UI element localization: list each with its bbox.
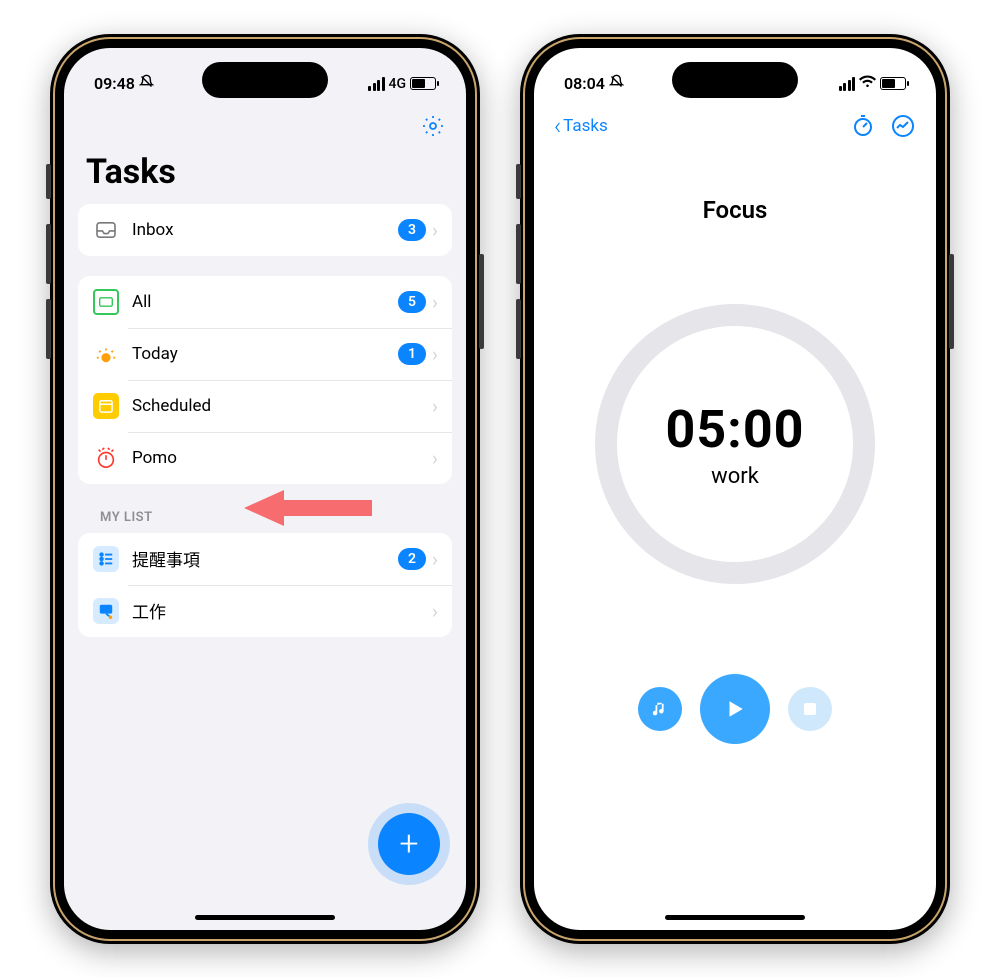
inbox-label: Inbox (132, 220, 398, 240)
list-item-today[interactable]: Today 1 › (78, 328, 452, 380)
timer-mode-label: work (711, 464, 759, 489)
power-button (949, 254, 954, 349)
timer-circle[interactable]: 05:00 work (595, 304, 875, 584)
chevron-right-icon: › (432, 547, 438, 571)
page-title: Tasks (64, 146, 466, 204)
list-item-work[interactable]: 工作 › (78, 585, 452, 637)
chevron-right-icon: › (432, 446, 438, 470)
user-lists-card: 提醒事項 2 › 工作 › (78, 533, 452, 637)
silence-switch (516, 164, 521, 199)
status-time: 08:04 (564, 74, 605, 93)
wifi-icon (859, 75, 876, 92)
phone-right: 08:04 ‹ Tasks (520, 34, 950, 944)
focus-title: Focus (534, 196, 936, 224)
list-item-pomo[interactable]: Pomo › (78, 432, 452, 484)
settings-button[interactable] (420, 113, 446, 139)
list-item-scheduled[interactable]: Scheduled › (78, 380, 452, 432)
chevron-right-icon: › (432, 394, 438, 418)
reminders-icon (92, 545, 120, 573)
silent-icon (609, 74, 624, 93)
play-button[interactable] (700, 674, 770, 744)
add-task-button[interactable]: + (378, 813, 440, 875)
volume-up-button (46, 224, 51, 284)
inbox-badge: 3 (398, 219, 426, 241)
all-icon (92, 288, 120, 316)
phone-left: 09:48 4G Tasks (50, 34, 480, 944)
battery-icon (880, 77, 906, 90)
scheduled-icon (92, 392, 120, 420)
volume-down-button (46, 299, 51, 359)
list-label: All (132, 292, 398, 312)
timer-time: 05:00 (666, 399, 805, 460)
work-icon (92, 597, 120, 625)
today-icon (92, 340, 120, 368)
list-label: Scheduled (132, 396, 432, 416)
nav-bar: ‹ Tasks (534, 102, 936, 146)
music-button[interactable] (638, 687, 682, 731)
list-label: 工作 (132, 598, 432, 623)
screen-focus: 08:04 ‹ Tasks (534, 48, 936, 930)
power-button (479, 254, 484, 349)
timer-controls (534, 674, 936, 744)
timer-button[interactable] (850, 113, 876, 139)
status-time: 09:48 (94, 74, 135, 93)
chevron-right-icon: › (432, 599, 438, 623)
nav-bar (64, 102, 466, 146)
signal-icon (839, 77, 856, 91)
silence-switch (46, 164, 51, 199)
chevron-right-icon: › (432, 218, 438, 242)
inbox-card: Inbox 3 › (78, 204, 452, 256)
home-indicator[interactable] (665, 915, 805, 920)
stop-button[interactable] (788, 687, 832, 731)
inbox-icon (92, 216, 120, 244)
smart-lists-card: All 5 › Today 1 › (78, 276, 452, 484)
chevron-left-icon: ‹ (554, 112, 561, 140)
dynamic-island (202, 62, 328, 98)
inbox-row[interactable]: Inbox 3 › (78, 204, 452, 256)
dynamic-island (672, 62, 798, 98)
count-badge: 1 (398, 343, 426, 365)
stats-button[interactable] (890, 113, 916, 139)
chevron-right-icon: › (432, 290, 438, 314)
list-label: Today (132, 344, 398, 364)
home-indicator[interactable] (195, 915, 335, 920)
list-label: 提醒事項 (132, 546, 398, 571)
section-header-mylist: MY LIST (78, 504, 452, 533)
pomo-icon (92, 444, 120, 472)
network-label: 4G (389, 76, 407, 92)
back-label: Tasks (563, 116, 608, 136)
chevron-right-icon: › (432, 342, 438, 366)
battery-icon (410, 77, 436, 90)
volume-down-button (516, 299, 521, 359)
signal-icon (368, 77, 385, 91)
list-item-all[interactable]: All 5 › (78, 276, 452, 328)
list-label: Pomo (132, 448, 432, 468)
silent-icon (139, 74, 154, 93)
back-button[interactable]: ‹ Tasks (554, 112, 608, 140)
count-badge: 2 (398, 548, 426, 570)
list-item-reminders[interactable]: 提醒事項 2 › (78, 533, 452, 585)
screen-tasks: 09:48 4G Tasks (64, 48, 466, 930)
volume-up-button (516, 224, 521, 284)
count-badge: 5 (398, 291, 426, 313)
